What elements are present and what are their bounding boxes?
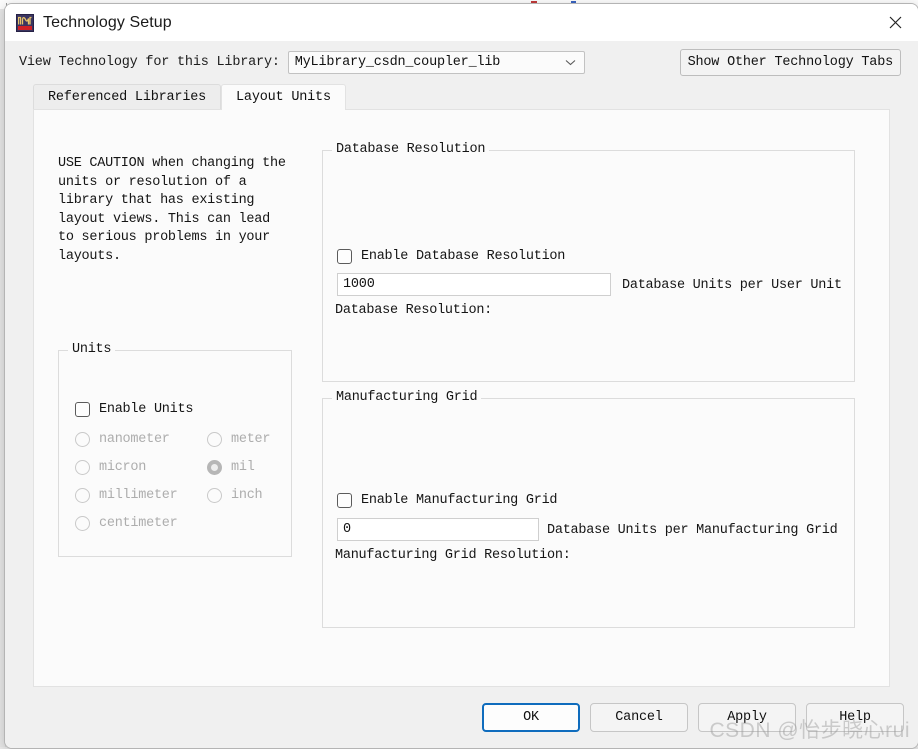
show-other-technology-tabs-button[interactable]: Show Other Technology Tabs xyxy=(680,49,901,76)
manufacturing-grid-legend: Manufacturing Grid xyxy=(332,390,481,405)
radio-nanometer[interactable]: nanometer xyxy=(75,432,170,447)
waveform-glyph xyxy=(18,16,32,25)
tab-layout-units[interactable]: Layout Units xyxy=(221,84,346,110)
library-label: View Technology for this Library: xyxy=(19,55,280,70)
close-glyph xyxy=(889,16,902,29)
radio-millimeter-indicator[interactable] xyxy=(75,488,90,503)
radio-micron[interactable]: micron xyxy=(75,460,146,475)
radio-inch-indicator[interactable] xyxy=(207,488,222,503)
radio-inch-label: inch xyxy=(231,488,262,503)
database-resolution-input[interactable]: 1000 xyxy=(337,273,611,296)
waveform-app-icon xyxy=(16,14,34,32)
cancel-button[interactable]: Cancel xyxy=(590,703,688,732)
radio-millimeter[interactable]: millimeter xyxy=(75,488,178,503)
manufacturing-grid-resolution-readout-label: Manufacturing Grid Resolution: xyxy=(335,548,571,563)
radio-mil-label: mil xyxy=(231,460,255,475)
tab-referenced-libraries[interactable]: Referenced Libraries xyxy=(33,84,221,109)
radio-nanometer-label: nanometer xyxy=(99,432,170,447)
library-dropdown[interactable]: MyLibrary_csdn_coupler_lib xyxy=(288,51,585,74)
library-dropdown-value: MyLibrary_csdn_coupler_lib xyxy=(295,55,500,70)
chevron-down-glyph xyxy=(565,59,576,66)
radio-inch[interactable]: inch xyxy=(207,488,262,503)
enable-manufacturing-grid-label: Enable Manufacturing Grid xyxy=(361,493,557,508)
enable-units-checkbox[interactable] xyxy=(75,402,90,417)
enable-units-checkbox-row[interactable]: Enable Units xyxy=(75,402,193,417)
radio-micron-indicator[interactable] xyxy=(75,460,90,475)
enable-units-label: Enable Units xyxy=(99,402,193,417)
database-resolution-legend: Database Resolution xyxy=(332,142,489,157)
help-button[interactable]: Help xyxy=(806,703,904,732)
radio-meter[interactable]: meter xyxy=(207,432,270,447)
radio-centimeter-label: centimeter xyxy=(99,516,178,531)
database-resolution-groupbox: Database Resolution Enable Database Reso… xyxy=(322,150,855,382)
ok-button[interactable]: OK xyxy=(482,703,580,732)
desktop-background: Technology Setup View Technology for thi… xyxy=(0,0,918,747)
page-title: Technology Setup xyxy=(43,14,172,32)
tab-strip: Referenced Libraries Layout Units xyxy=(5,83,918,109)
enable-database-resolution-checkbox-row[interactable]: Enable Database Resolution xyxy=(337,249,565,264)
technology-setup-dialog: Technology Setup View Technology for thi… xyxy=(4,3,918,749)
radio-meter-label: meter xyxy=(231,432,270,447)
radio-meter-indicator[interactable] xyxy=(207,432,222,447)
radio-centimeter[interactable]: centimeter xyxy=(75,516,178,531)
radio-mil[interactable]: mil xyxy=(207,460,255,475)
database-units-per-manufacturing-grid-label: Database Units per Manufacturing Grid xyxy=(547,523,838,538)
chevron-down-icon xyxy=(565,53,576,71)
radio-centimeter-indicator[interactable] xyxy=(75,516,90,531)
close-icon[interactable] xyxy=(872,4,918,41)
panel-inner: USE CAUTION when changing the units or r… xyxy=(34,110,889,686)
enable-database-resolution-label: Enable Database Resolution xyxy=(361,249,565,264)
enable-manufacturing-grid-checkbox-row[interactable]: Enable Manufacturing Grid xyxy=(337,493,557,508)
manufacturing-grid-groupbox: Manufacturing Grid Enable Manufacturing … xyxy=(322,398,855,628)
apply-button[interactable]: Apply xyxy=(698,703,796,732)
database-resolution-readout-label: Database Resolution: xyxy=(335,303,492,318)
title-bar: Technology Setup xyxy=(5,4,918,41)
manufacturing-grid-input[interactable]: 0 xyxy=(337,518,539,541)
units-groupbox: Units Enable Units nanometer micron xyxy=(58,350,292,557)
enable-database-resolution-checkbox[interactable] xyxy=(337,249,352,264)
caution-text: USE CAUTION when changing the units or r… xyxy=(58,155,288,267)
enable-manufacturing-grid-checkbox[interactable] xyxy=(337,493,352,508)
dialog-footer: OK Cancel Apply Help CSDN @怡步晓心rui xyxy=(5,687,918,748)
icon-red-bar xyxy=(18,26,32,30)
layout-units-panel: USE CAUTION when changing the units or r… xyxy=(33,109,890,687)
units-groupbox-legend: Units xyxy=(68,342,115,357)
radio-millimeter-label: millimeter xyxy=(99,488,178,503)
radio-nanometer-indicator[interactable] xyxy=(75,432,90,447)
radio-micron-label: micron xyxy=(99,460,146,475)
library-selector-row: View Technology for this Library: MyLibr… xyxy=(5,41,918,83)
radio-mil-indicator[interactable] xyxy=(207,460,222,475)
database-units-per-user-unit-label: Database Units per User Unit xyxy=(622,278,842,293)
